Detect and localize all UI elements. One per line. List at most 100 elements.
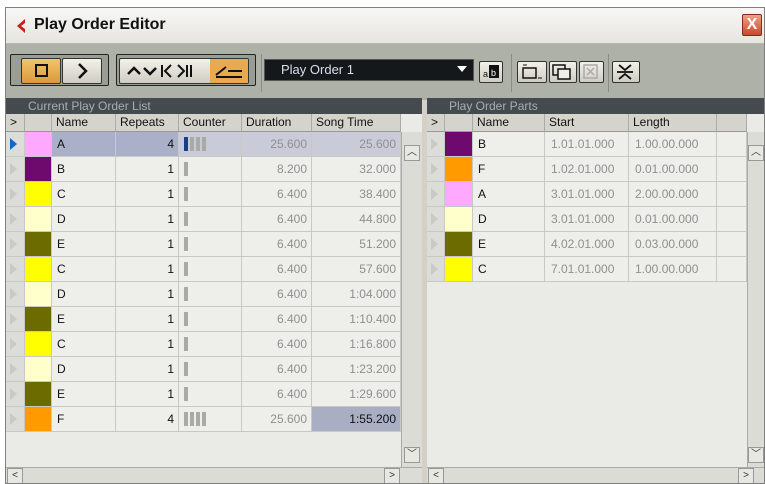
parts-row-indicator[interactable] <box>427 182 445 206</box>
row-arrow-icon <box>431 213 438 225</box>
part-name: F <box>473 157 545 181</box>
repeats-value[interactable]: 1 <box>116 332 179 356</box>
rename-button[interactable]: ab <box>479 61 503 83</box>
parts-row-indicator[interactable] <box>427 157 445 181</box>
part-name: E <box>52 382 116 406</box>
scroll-left-icon[interactable]: < <box>428 468 444 483</box>
repeats-value[interactable]: 1 <box>116 207 179 231</box>
repeats-value[interactable]: 1 <box>116 282 179 306</box>
table-row[interactable]: E 1 6.400 51.200 <box>6 232 401 257</box>
table-row[interactable]: D 1 6.400 1:04.000 <box>6 282 401 307</box>
parts-horizontal-scrollbar[interactable]: < > <box>427 467 764 483</box>
counter-bars <box>179 257 242 281</box>
column-header-2[interactable]: Name <box>52 114 116 132</box>
row-indicator[interactable] <box>6 307 25 331</box>
vertical-scrollbar[interactable]: ︿ ﹀ <box>401 132 422 467</box>
horizontal-scrollbar[interactable]: < > <box>6 467 422 483</box>
counter-bar <box>184 237 188 251</box>
parts-row[interactable]: D 3.01.01.000 0.01.00.000 <box>427 207 747 232</box>
parts-row-indicator[interactable] <box>427 207 445 231</box>
table-row[interactable]: D 1 6.400 44.800 <box>6 207 401 232</box>
row-indicator[interactable] <box>6 157 25 181</box>
parts-row[interactable]: F 1.02.01.000 0.01.00.000 <box>427 157 747 182</box>
repeats-value[interactable]: 4 <box>116 132 179 156</box>
row-arrow-icon <box>10 288 17 300</box>
row-indicator[interactable] <box>6 257 25 281</box>
column-header-1[interactable] <box>25 114 52 132</box>
parts-row-indicator[interactable] <box>427 132 445 156</box>
column-header-4[interactable]: Counter <box>179 114 242 132</box>
repeats-value[interactable]: 1 <box>116 382 179 406</box>
row-indicator[interactable] <box>6 232 25 256</box>
counter-bars <box>179 357 242 381</box>
stop-button[interactable] <box>21 58 61 84</box>
new-play-order-button[interactable] <box>517 61 547 83</box>
parts-row[interactable]: B 1.01.01.000 1.00.00.000 <box>427 132 747 157</box>
close-button[interactable]: X <box>742 14 762 36</box>
table-row[interactable]: B 1 8.200 32.000 <box>6 157 401 182</box>
repeats-value[interactable]: 1 <box>116 257 179 281</box>
row-indicator[interactable] <box>6 357 25 381</box>
table-row[interactable]: D 1 6.400 1:23.200 <box>6 357 401 382</box>
duration-value: 25.600 <box>242 407 312 431</box>
parts-vertical-scrollbar[interactable]: ︿ ﹀ <box>747 132 764 467</box>
parts-column-header-2[interactable]: Name <box>473 114 545 132</box>
length-value: 0.03.00.000 <box>629 232 717 256</box>
parts-column-header-4[interactable]: Length <box>629 114 717 132</box>
parts-row[interactable]: E 4.02.01.000 0.03.00.000 <box>427 232 747 257</box>
column-header-5[interactable]: Duration <box>242 114 312 132</box>
row-indicator[interactable] <box>6 182 25 206</box>
start-value: 1.02.01.000 <box>545 157 629 181</box>
column-header-0[interactable]: > <box>6 114 25 132</box>
table-row[interactable]: C 1 6.400 38.400 <box>6 182 401 207</box>
parts-row-indicator[interactable] <box>427 257 445 281</box>
new-document-icon <box>522 64 542 79</box>
parts-row[interactable]: C 7.01.01.000 1.00.00.000 <box>427 257 747 282</box>
remove-play-order-button[interactable] <box>579 61 604 83</box>
repeats-value[interactable]: 1 <box>116 357 179 381</box>
column-header-6[interactable]: Song Time <box>312 114 401 132</box>
row-arrow-icon <box>431 163 438 175</box>
scroll-up-icon[interactable]: ︿ <box>404 145 420 161</box>
table-row[interactable]: F 4 25.600 1:55.200 <box>6 407 401 432</box>
row-indicator[interactable] <box>6 207 25 231</box>
scroll-left-icon[interactable]: < <box>7 468 23 483</box>
row-indicator[interactable] <box>6 332 25 356</box>
title-bar: Play Order Editor X <box>6 8 764 44</box>
scroll-down-icon[interactable]: ﹀ <box>404 447 420 463</box>
row-indicator[interactable] <box>6 382 25 406</box>
part-name: E <box>52 307 116 331</box>
repeats-value[interactable]: 1 <box>116 307 179 331</box>
play-order-dropdown[interactable]: Play Order 1 <box>264 59 474 81</box>
scroll-right-icon[interactable]: > <box>738 468 754 483</box>
repeats-value[interactable]: 4 <box>116 407 179 431</box>
move-up-icon <box>127 66 141 75</box>
flatten-button[interactable] <box>612 61 640 83</box>
parts-column-header-1[interactable] <box>445 114 473 132</box>
play-order-parts-title: Play Order Parts <box>427 98 764 114</box>
repeats-value[interactable]: 1 <box>116 232 179 256</box>
counter-indicator <box>184 412 208 426</box>
play-button[interactable] <box>62 58 102 84</box>
scroll-right-icon[interactable]: > <box>384 468 400 483</box>
repeats-value[interactable]: 1 <box>116 157 179 181</box>
table-row[interactable]: C 1 6.400 1:16.800 <box>6 332 401 357</box>
duplicate-play-order-button[interactable] <box>549 61 577 83</box>
row-indicator[interactable] <box>6 132 25 156</box>
part-name: D <box>52 282 116 306</box>
table-row[interactable]: C 1 6.400 57.600 <box>6 257 401 282</box>
parts-column-header-0[interactable]: > <box>427 114 445 132</box>
go-to-start-icon <box>161 64 172 78</box>
parts-row-indicator[interactable] <box>427 232 445 256</box>
repeats-value[interactable]: 1 <box>116 182 179 206</box>
parts-column-header-3[interactable]: Start <box>545 114 629 132</box>
table-row[interactable]: E 1 6.400 1:10.400 <box>6 307 401 332</box>
scroll-up-icon[interactable]: ︿ <box>748 145 764 161</box>
table-row[interactable]: E 1 6.400 1:29.600 <box>6 382 401 407</box>
scroll-down-icon[interactable]: ﹀ <box>748 447 764 463</box>
row-indicator[interactable] <box>6 407 25 431</box>
table-row[interactable]: A 4 25.600 25.600 <box>6 132 401 157</box>
column-header-3[interactable]: Repeats <box>116 114 179 132</box>
parts-row[interactable]: A 3.01.01.000 2.00.00.000 <box>427 182 747 207</box>
row-indicator[interactable] <box>6 282 25 306</box>
